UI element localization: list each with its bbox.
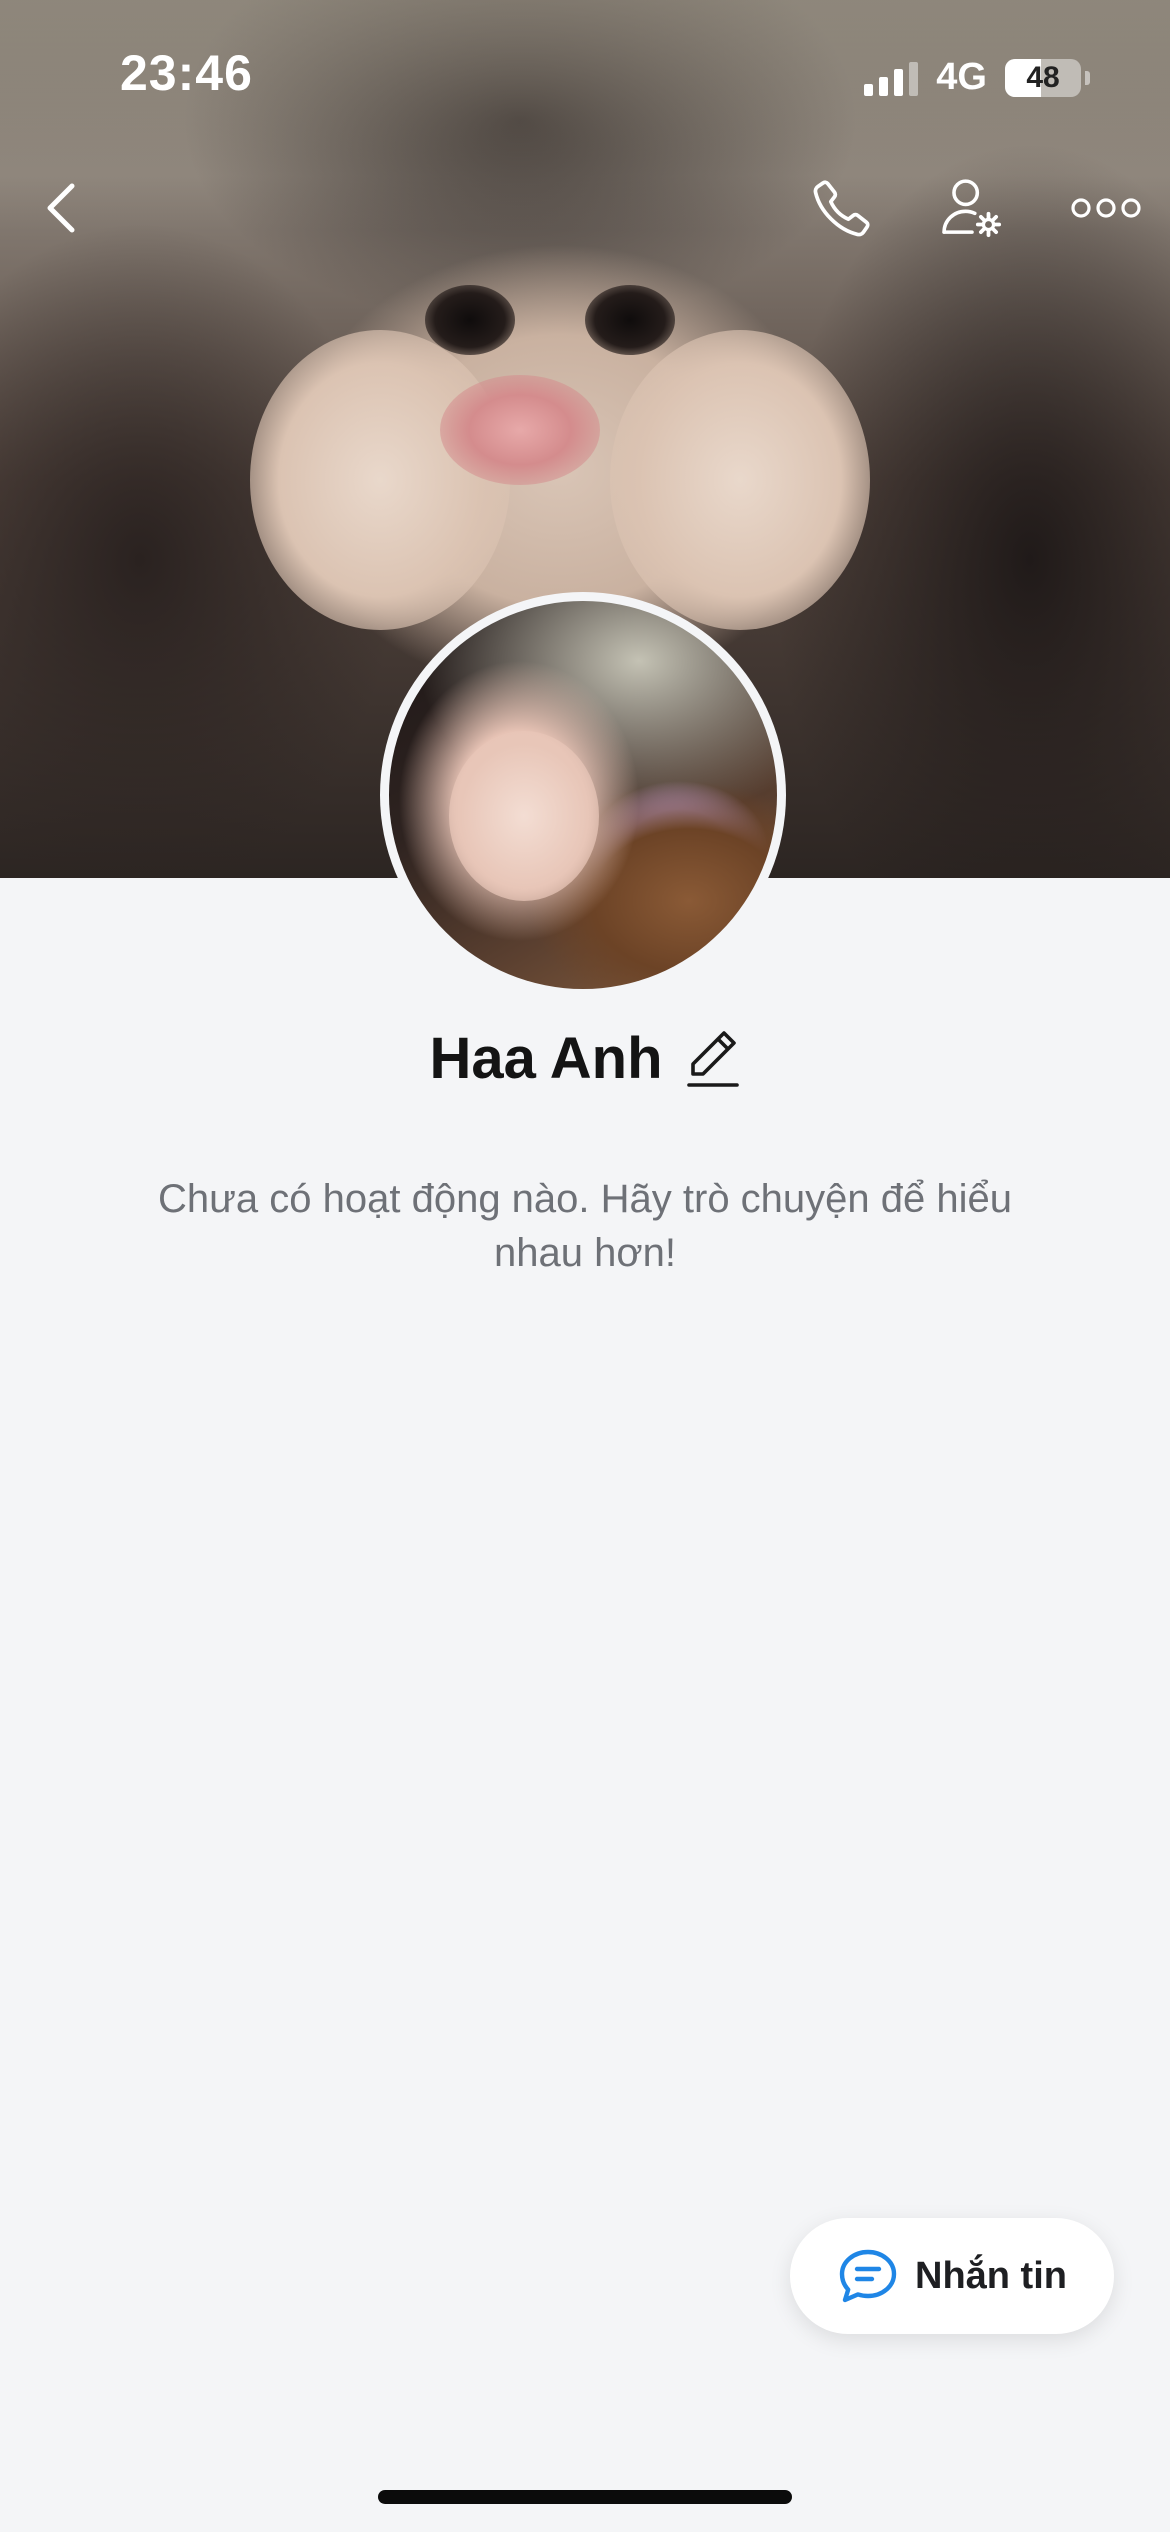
more-horizontal-icon bbox=[1071, 198, 1141, 218]
chevron-left-icon bbox=[47, 183, 75, 233]
cover-photo-detail bbox=[440, 375, 600, 485]
profile-name: Haa Anh bbox=[429, 1026, 663, 1091]
call-button[interactable] bbox=[806, 172, 878, 244]
message-button[interactable]: Nhắn tin bbox=[790, 2218, 1114, 2334]
battery-level: 48 bbox=[1026, 60, 1060, 94]
profile-screen: 23:46 4G 48 Haa Anh Chưa có hoạt động nà… bbox=[0, 0, 1170, 2532]
back-button[interactable] bbox=[26, 172, 98, 244]
cover-photo-detail bbox=[585, 285, 675, 355]
user-settings-icon bbox=[942, 179, 1002, 238]
empty-activity-message: Chưa có hoạt động nào. Hãy trò chuyện để… bbox=[157, 1177, 1013, 1275]
message-button-label: Nhắn tin bbox=[915, 2254, 1067, 2297]
phone-icon bbox=[813, 180, 870, 237]
avatar[interactable] bbox=[380, 592, 786, 998]
avatar-photo-detail bbox=[449, 731, 599, 901]
cover-photo-detail bbox=[610, 330, 870, 630]
pencil-icon bbox=[686, 1030, 739, 1087]
chat-bubble-icon bbox=[839, 2249, 897, 2303]
status-indicators: 4G 48 bbox=[864, 56, 1090, 99]
battery-tip bbox=[1085, 70, 1090, 85]
cover-photo-detail bbox=[250, 330, 510, 630]
home-indicator[interactable] bbox=[378, 2490, 792, 2504]
battery-icon: 48 bbox=[1005, 58, 1081, 97]
profile-name-row: Haa Anh bbox=[0, 1025, 1170, 1092]
status-time: 23:46 bbox=[120, 45, 253, 101]
cover-photo-detail bbox=[425, 285, 515, 355]
more-options-button[interactable] bbox=[1070, 172, 1142, 244]
cellular-signal-icon bbox=[864, 60, 919, 96]
edit-name-button[interactable] bbox=[685, 1028, 741, 1090]
profile-settings-button[interactable] bbox=[936, 172, 1008, 244]
network-type: 4G bbox=[936, 56, 987, 98]
avatar-photo bbox=[389, 601, 777, 989]
